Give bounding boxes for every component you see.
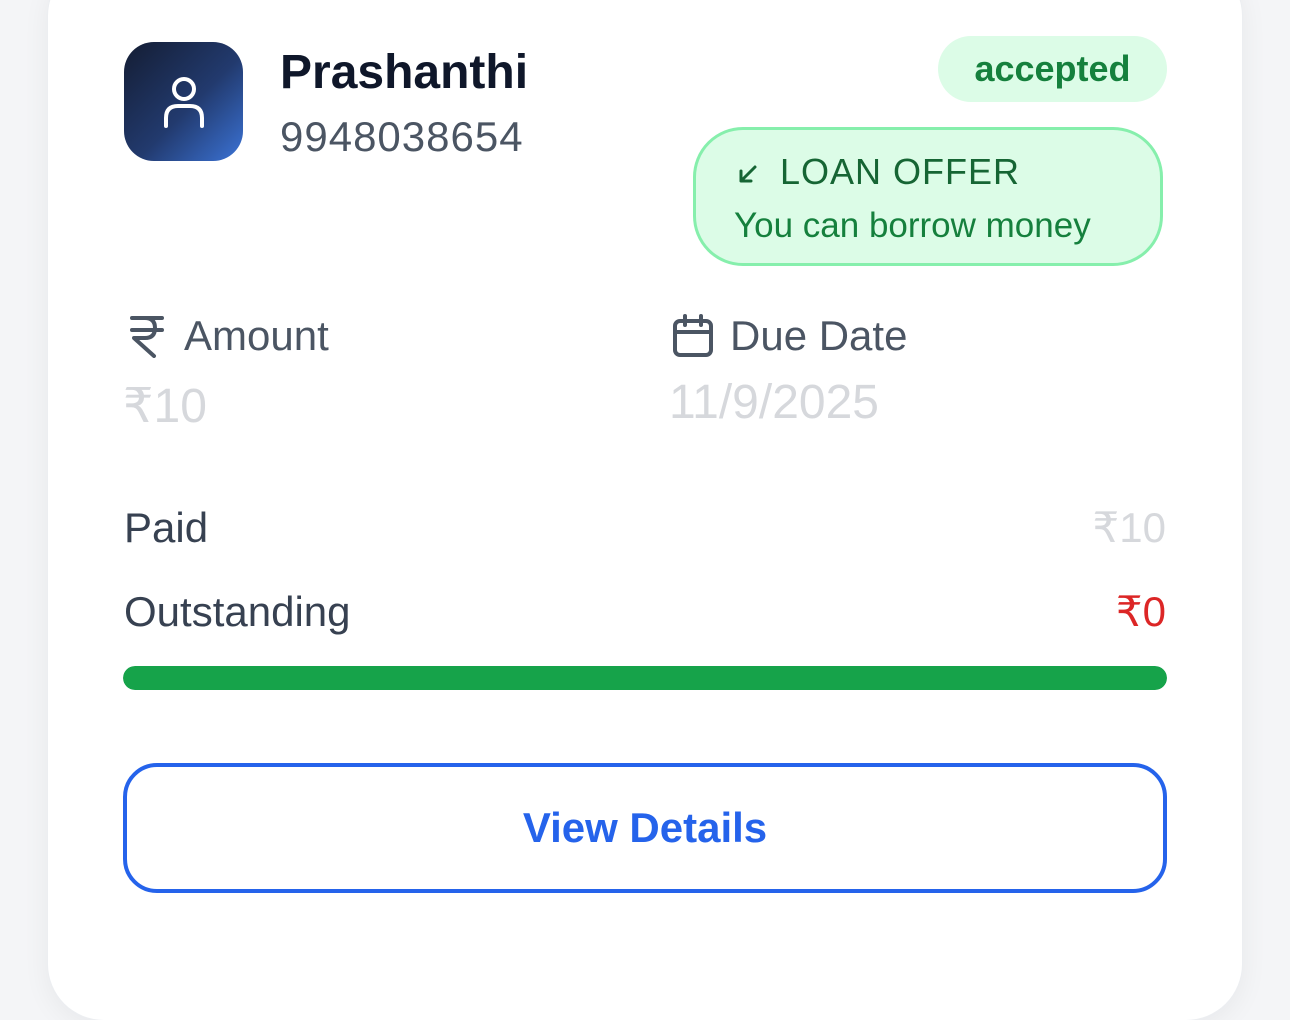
paid-value: ₹10 (1092, 504, 1166, 551)
due-date-label: Due Date (730, 312, 908, 359)
borrower-name: Prashanthi (280, 46, 529, 99)
outstanding-label: Outstanding (124, 588, 351, 635)
due-date-value: 11/9/2025 (669, 376, 879, 429)
status-badge: accepted (938, 36, 1167, 102)
loan-offer-title: LOAN OFFER (780, 151, 1021, 192)
loan-offer-badge: LOAN OFFER You can borrow money (693, 127, 1163, 266)
avatar (124, 42, 243, 161)
borrower-phone: 9948038654 (280, 113, 524, 160)
loan-offer-subtitle: You can borrow money (734, 206, 1091, 245)
paid-label: Paid (124, 504, 209, 551)
amount-label: Amount (184, 312, 329, 359)
arrow-down-left-icon (739, 165, 757, 183)
calendar-icon (673, 314, 713, 357)
user-icon (163, 76, 204, 128)
repayment-progress-bar (123, 666, 1167, 690)
amount-value: ₹10 (123, 380, 207, 433)
view-details-button[interactable]: View Details (123, 763, 1167, 893)
rupee-icon (130, 316, 164, 358)
repayment-progress-fill (123, 666, 1167, 690)
outstanding-value: ₹0 (1115, 588, 1166, 635)
